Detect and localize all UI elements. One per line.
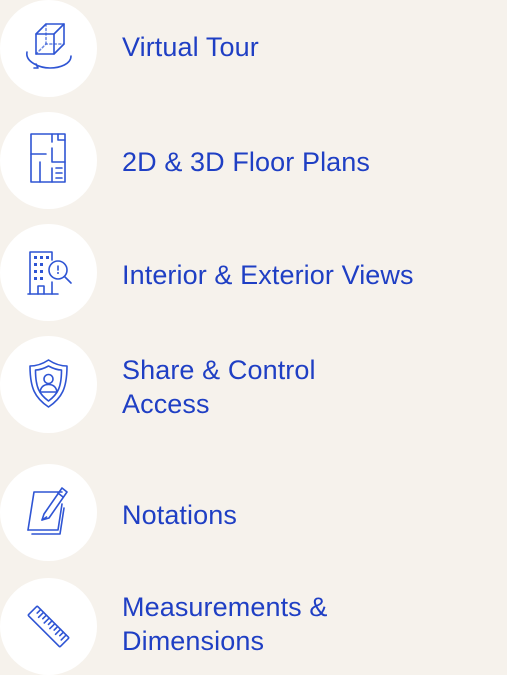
feature-share-access: Share & Control Access bbox=[0, 336, 507, 433]
feature-label: Share & Control Access bbox=[122, 353, 316, 421]
ruler-icon bbox=[0, 578, 97, 675]
feature-label: 2D & 3D Floor Plans bbox=[122, 147, 370, 177]
feature-label: Virtual Tour bbox=[122, 32, 259, 62]
shield-user-icon bbox=[0, 336, 97, 433]
feature-measurements: Measurements & Dimensions bbox=[0, 578, 507, 675]
feature-list: Virtual Tour 2D & 3D Floor Plans Interio… bbox=[0, 0, 507, 675]
feature-floor-plans: 2D & 3D Floor Plans bbox=[0, 112, 507, 209]
feature-label-line: Measurements & bbox=[122, 592, 328, 622]
notepad-pencil-icon bbox=[0, 464, 97, 561]
feature-label-line: Share & Control bbox=[122, 355, 316, 385]
feature-label: Measurements & Dimensions bbox=[122, 590, 327, 658]
feature-interior-exterior: Interior & Exterior Views bbox=[0, 224, 507, 321]
building-search-icon bbox=[0, 224, 97, 321]
floor-plan-icon bbox=[0, 112, 97, 209]
feature-label-line: Dimensions bbox=[122, 626, 265, 656]
cube-rotate-icon bbox=[0, 0, 97, 97]
feature-label: Interior & Exterior Views bbox=[122, 260, 414, 290]
feature-virtual-tour: Virtual Tour bbox=[0, 0, 507, 97]
feature-label-line: Access bbox=[122, 389, 210, 419]
feature-label: Notations bbox=[122, 500, 237, 530]
feature-notations: Notations bbox=[0, 464, 507, 561]
